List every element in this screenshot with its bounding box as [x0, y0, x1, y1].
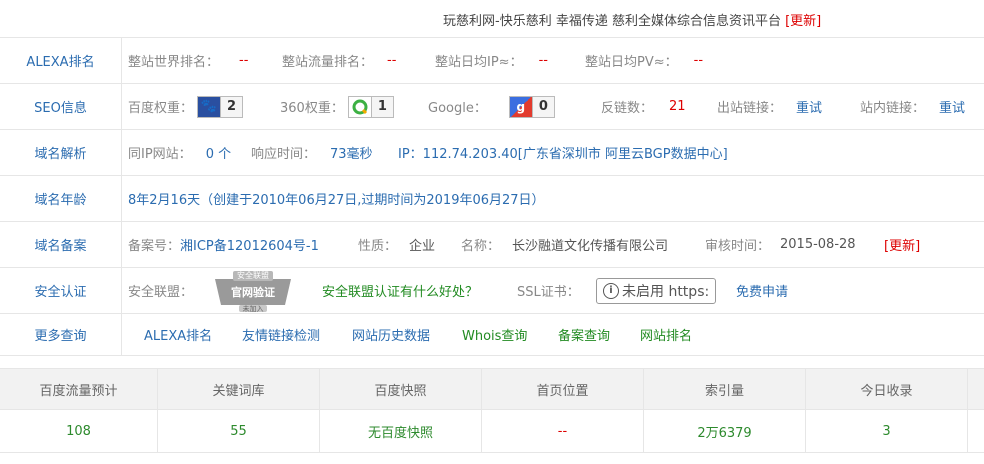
same-ip-label: 同IP网站：: [128, 147, 192, 162]
alexa-label: ALEXA排名: [0, 38, 122, 83]
outlink-retry-link[interactable]: 重试: [796, 97, 822, 116]
ssl-apply-link[interactable]: 免费申请: [736, 281, 788, 300]
alliance-seal-icon[interactable]: 安全联盟 官网验证 未加入: [205, 269, 301, 313]
icp-nature-value: 企业: [409, 239, 436, 254]
baidu-weight-value: 2: [220, 96, 243, 117]
alliance-benefit-link[interactable]: 安全联盟认证有什么好处？: [322, 281, 478, 300]
dns-label: 域名解析: [0, 130, 122, 175]
stats-header-cell: 百度快照: [320, 369, 482, 409]
more-link-icp[interactable]: 备案查询: [558, 325, 610, 344]
stats-header-cell: 首页位置: [482, 369, 644, 409]
stats-value-row: 108 55 无百度快照 -- 2万6379 3: [0, 410, 984, 453]
domain-age-label: 域名年龄: [0, 176, 122, 221]
world-rank-value: --: [239, 53, 249, 68]
more-query-row: 更多查询 ALEXA排名 友情链接检测 网站历史数据 Whois查询 备案查询 …: [0, 314, 984, 356]
360-weight-badge[interactable]: 1: [347, 95, 394, 118]
site-title: 玩慈利网-快乐慈利 幸福传递 慈利全媒体综合信息资讯平台: [443, 14, 781, 29]
stats-header-cell: 今日收录: [806, 369, 968, 409]
daily-ip-value: --: [538, 53, 548, 68]
ssl-status-box: i 未启用 https:: [596, 277, 717, 304]
google-pr-badge[interactable]: g 0: [508, 95, 555, 118]
stats-value-index[interactable]: 2万6379: [644, 410, 806, 452]
stats-header-cell: 百度流量预计: [0, 369, 158, 409]
stats-header-row: 百度流量预计 关键词库 百度快照 首页位置 索引量 今日收录: [0, 368, 984, 410]
baidu-weight-label: 百度权重：: [128, 101, 194, 116]
baidu-weight-badge[interactable]: 🐾 2: [197, 95, 244, 118]
more-link-rank[interactable]: 网站排名: [640, 325, 692, 344]
icp-name-value: 长沙融道文化传播有限公司: [512, 239, 669, 254]
stats-header-cell: 关键词库: [158, 369, 320, 409]
icp-label: 域名备案: [0, 222, 122, 267]
title-update-link[interactable]: [更新]: [785, 14, 821, 29]
more-link-friendlink[interactable]: 友情链接检测: [242, 325, 320, 344]
google-pr-label: Google：: [428, 101, 487, 116]
google-pr-value: 0: [531, 96, 554, 117]
seo-row: SEO信息 百度权重： 🐾 2 360权重： 1 Google： g 0 反链数…: [0, 84, 984, 130]
alliance-label: 安全联盟：: [128, 285, 194, 300]
same-ip-value[interactable]: 0 个: [206, 143, 231, 162]
seal-bottom-text: 未加入: [242, 304, 264, 313]
security-row: 安全认证 安全联盟： 安全联盟 官网验证 未加入 安全联盟认证有什么好处？ SS…: [0, 268, 984, 314]
stats-header-cell: 索引量: [644, 369, 806, 409]
daily-pv-value: --: [693, 53, 704, 68]
baidu-paw-icon: 🐾: [198, 96, 221, 117]
stats-value-keywords[interactable]: 55: [158, 410, 320, 452]
seo-label: SEO信息: [0, 84, 122, 129]
stats-value-snapshot: 无百度快照: [320, 410, 482, 452]
google-logo-icon: g: [509, 96, 532, 117]
site-title-bar: 玩慈利网-快乐慈利 幸福传递 慈利全媒体综合信息资讯平台 [更新]: [0, 0, 984, 38]
icp-date-value: 2015-08-28: [780, 237, 856, 252]
more-link-history[interactable]: 网站历史数据: [352, 325, 430, 344]
seal-top-text: 安全联盟: [237, 270, 269, 280]
traffic-rank-label: 整站流量排名：: [282, 55, 374, 70]
icp-row: 域名备案 备案号： 湘ICP备12012604号-1 性质： 企业 名称： 长沙…: [0, 222, 984, 268]
response-time-value: 73毫秒: [330, 147, 373, 162]
stats-value-traffic: 108: [0, 410, 158, 452]
ip-location-link[interactable]: IP：112.74.203.40[广东省深圳市 阿里云BGP数据中心]: [398, 143, 728, 162]
more-query-label: 更多查询: [0, 314, 122, 355]
more-link-alexa[interactable]: ALEXA排名: [144, 325, 212, 344]
alexa-row: ALEXA排名 整站世界排名： -- 整站流量排名： -- 整站日均IP≈： -…: [0, 38, 984, 84]
info-icon: i: [603, 282, 619, 299]
more-link-whois[interactable]: Whois查询: [462, 325, 527, 344]
domain-age-text: 8年2月16天（创建于2010年06月27日,过期时间为2019年06月27日）: [128, 193, 545, 208]
inlink-label: 站内链接：: [860, 101, 926, 116]
security-label: 安全认证: [0, 268, 122, 313]
inlink-retry-link[interactable]: 重试: [939, 97, 965, 116]
icp-date-label: 审核时间：: [705, 239, 771, 254]
icp-no-value[interactable]: 湘ICP备12012604号-1: [180, 235, 319, 254]
dns-row: 域名解析 同IP网站： 0 个 响应时间： 73毫秒 IP：112.74.203…: [0, 130, 984, 176]
stats-value-homepage: --: [482, 410, 644, 452]
daily-pv-label: 整站日均PV≈：: [585, 55, 678, 70]
backlink-value[interactable]: 21: [669, 99, 686, 114]
response-time-label: 响应时间：: [251, 147, 317, 162]
icp-name-label: 名称：: [461, 239, 501, 254]
daily-ip-label: 整站日均IP≈：: [435, 55, 523, 70]
360-weight-label: 360权重：: [280, 101, 344, 116]
icp-no-label: 备案号：: [128, 239, 181, 254]
ssl-status-text: 未启用 https:: [622, 283, 710, 300]
domain-age-row: 域名年龄 8年2月16天（创建于2010年06月27日,过期时间为2019年06…: [0, 176, 984, 222]
seal-main-text: 官网验证: [231, 285, 275, 299]
ssl-label: SSL证书：: [517, 285, 580, 300]
traffic-rank-value: --: [387, 53, 397, 68]
icp-nature-label: 性质：: [358, 239, 398, 254]
world-rank-label: 整站世界排名：: [128, 55, 220, 70]
360-weight-value: 1: [370, 96, 393, 117]
icp-update-link[interactable]: [更新]: [884, 235, 920, 254]
stats-value-today: 3: [806, 410, 968, 452]
outlink-label: 出站链接：: [717, 101, 783, 116]
360-logo-icon: [348, 96, 371, 117]
backlink-label: 反链数：: [601, 101, 654, 116]
